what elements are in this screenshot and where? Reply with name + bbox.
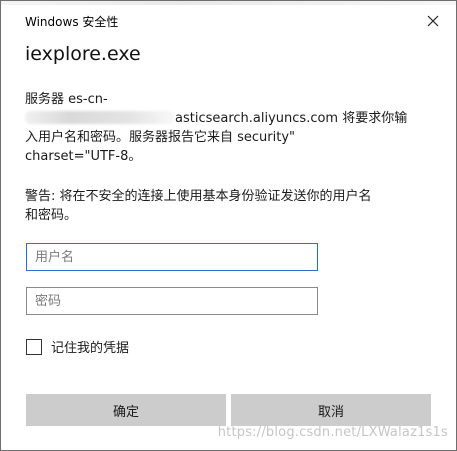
server-message: 服务器 es-cn- asticsearch.aliyuncs.com 将要求你…	[25, 90, 440, 166]
message-line-2: asticsearch.aliyuncs.com 将要求你输	[25, 109, 440, 128]
warning-line-2: 和密码。	[25, 208, 78, 223]
message-line-4: charset="UTF-8。	[25, 149, 142, 164]
message-line-2-text: asticsearch.aliyuncs.com 将要求你输	[175, 111, 408, 126]
title-bar: Windows 安全性	[1, 5, 456, 35]
password-input[interactable]	[26, 287, 318, 315]
security-dialog: Windows 安全性 iexplore.exe 服务器 es-cn- asti…	[0, 0, 457, 451]
redacted-host	[25, 111, 175, 124]
close-icon	[427, 15, 439, 27]
username-input[interactable]	[26, 243, 318, 271]
message-line-3: 入用户名和密码。服务器报告它来自 security"	[25, 130, 296, 145]
app-name: iexplore.exe	[25, 43, 141, 65]
ok-button[interactable]: 确定	[26, 394, 226, 426]
window-title: Windows 安全性	[25, 15, 119, 29]
watermark: https://blog.csdn.net/LXWalaz1s1s	[217, 425, 448, 440]
remember-label: 记住我的凭据	[51, 341, 130, 356]
warning-message: 警告: 将在不安全的连接上使用基本身份验证发送你的用户名 和密码。	[25, 187, 440, 225]
remember-checkbox[interactable]	[26, 338, 42, 355]
warning-line-1: 警告: 将在不安全的连接上使用基本身份验证发送你的用户名	[25, 189, 372, 204]
message-line-1: 服务器 es-cn-	[25, 92, 108, 107]
remember-credentials[interactable]: 记住我的凭据	[26, 337, 129, 356]
cancel-button[interactable]: 取消	[231, 394, 431, 426]
close-button[interactable]	[420, 9, 446, 33]
